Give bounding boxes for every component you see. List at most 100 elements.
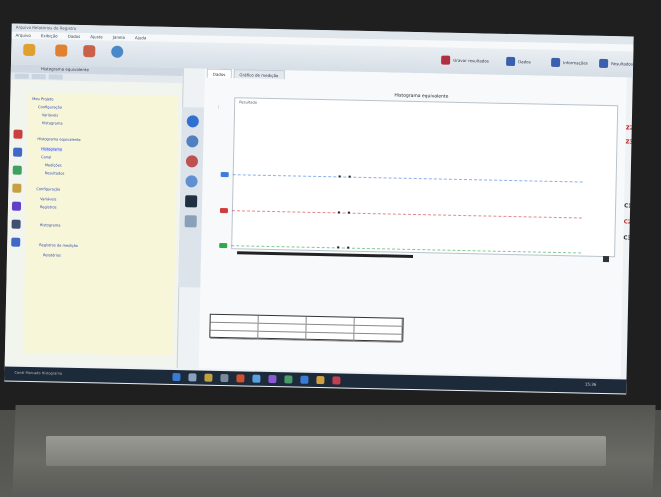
tree-item[interactable]: Variáveis: [40, 197, 56, 201]
tool-a-icon[interactable]: [13, 129, 23, 139]
tab-dados[interactable]: Dados: [206, 68, 232, 79]
table-cell: [210, 322, 259, 331]
taskbar-app-icon[interactable]: [300, 375, 309, 384]
table-cell: [306, 332, 355, 341]
taskbar-app-icon[interactable]: [172, 372, 181, 382]
screen: Arquivo Relatórios de Registro Arquivo E…: [4, 23, 634, 395]
taskbar-clock: 15:36: [584, 381, 597, 387]
filter-icon[interactable]: [55, 44, 68, 57]
table-cell: [306, 316, 355, 325]
menu-ajuste[interactable]: Ajuste: [90, 34, 103, 39]
menu-dados[interactable]: Dados: [68, 34, 81, 39]
series-c3-point: [347, 246, 350, 249]
tab-canal[interactable]: [31, 73, 46, 80]
tab-ajustes[interactable]: [48, 74, 63, 80]
bottle-icon[interactable]: [83, 45, 96, 58]
tool-f-icon[interactable]: [11, 219, 21, 229]
menu-arquivo[interactable]: Arquivo: [16, 33, 31, 38]
table-cell: [258, 315, 307, 324]
toolbar-save-results[interactable]: Gravar resultados: [441, 55, 489, 66]
taskbar-app-icon[interactable]: [252, 374, 261, 383]
record-icon[interactable]: [185, 155, 199, 168]
chart-side-scale: |: [218, 104, 220, 109]
tree-item[interactable]: Medições: [45, 163, 62, 167]
results-table: [209, 313, 404, 343]
table-cell: [354, 317, 403, 326]
data-label: Dados: [518, 59, 531, 65]
table-cell: [306, 324, 355, 333]
series-c3-marker[interactable]: [219, 242, 228, 249]
zoom-icon[interactable]: [185, 175, 198, 188]
project-panel: Histograma equivalente Meu Projeto Confi…: [4, 64, 184, 369]
taskbar-app-icon[interactable]: [284, 375, 293, 384]
series-c2-point: [347, 211, 350, 214]
toolbar-data[interactable]: Dados: [506, 56, 531, 67]
globe-icon[interactable]: [111, 45, 124, 58]
taskbar-app-icon[interactable]: [220, 373, 229, 383]
info-icon: [551, 57, 561, 68]
table-cell: [354, 325, 403, 334]
chart-panel-label: Resultado: [239, 100, 258, 105]
table-cell: [258, 323, 307, 332]
tool-d-icon[interactable]: [12, 183, 22, 193]
results-label: Resultados: [611, 61, 634, 67]
info-label: Informações: [563, 60, 588, 66]
window-title: Arquivo Relatórios de Registro: [15, 24, 77, 31]
table-cell: [210, 330, 259, 339]
main-tabs: Dados Gráfico de medição: [205, 68, 285, 80]
taskbar-app-icon[interactable]: [188, 373, 197, 382]
tool-e-icon[interactable]: [11, 201, 22, 211]
menu-ajuda[interactable]: Ajuda: [135, 35, 146, 40]
tree-item[interactable]: Relatórios: [43, 253, 61, 257]
series-c2-marker[interactable]: [219, 207, 228, 214]
main-area: Dados Gráfico de medição Histograma equi…: [198, 68, 627, 378]
stop-icon[interactable]: [185, 195, 198, 208]
refresh-icon[interactable]: [186, 135, 199, 148]
menu-janela[interactable]: Janela: [113, 35, 125, 40]
tree-item[interactable]: Registros de medição: [39, 243, 78, 248]
save-results-label: Gravar resultados: [453, 57, 489, 64]
taskbar-app-icon[interactable]: [204, 373, 213, 382]
series-c2-point: [337, 211, 340, 214]
tree-item[interactable]: Meu Projeto: [32, 97, 53, 101]
tab-grafico[interactable]: Gráfico de medição: [233, 69, 285, 80]
series-c3-point: [337, 246, 340, 249]
tree-item[interactable]: Configuração: [38, 105, 62, 109]
tree-item[interactable]: Registros: [40, 205, 57, 209]
toolbar-results[interactable]: Resultados: [599, 58, 634, 69]
taskbar-app-icon[interactable]: [236, 374, 245, 383]
menu-exibicao[interactable]: Exibição: [41, 33, 58, 38]
tree-item[interactable]: Canal: [41, 155, 51, 159]
tree-item[interactable]: Variáveis: [42, 113, 58, 117]
series-c1-point: [338, 175, 341, 178]
series-c1-point: [348, 175, 351, 178]
status-text: Canal Marcado Histograma: [14, 370, 62, 376]
taskbar-app-icon[interactable]: [316, 375, 325, 385]
tool-g-icon[interactable]: [11, 237, 21, 247]
taskbar-app-icon[interactable]: [268, 374, 277, 384]
settings-icon[interactable]: [184, 215, 197, 228]
table-cell: [258, 331, 307, 340]
data-icon: [506, 56, 516, 67]
tree-item[interactable]: Histograma equivalente: [37, 137, 80, 142]
taskbar-app-icon[interactable]: [332, 376, 341, 385]
toolbar-info[interactable]: Informações: [551, 57, 588, 68]
chart-title: Histograma equivalente: [394, 93, 449, 100]
tool-c-icon[interactable]: [12, 165, 22, 175]
tree-item[interactable]: Histograma: [42, 121, 63, 125]
tree-item[interactable]: Resultados: [45, 171, 65, 175]
results-icon: [599, 58, 609, 69]
save-results-icon: [441, 55, 451, 65]
tree-item[interactable]: Configuração: [36, 187, 60, 191]
open-icon[interactable]: [23, 43, 36, 57]
table-cell: [354, 333, 403, 342]
series-c1-marker[interactable]: [220, 171, 229, 178]
tree-item-selected[interactable]: Histograma: [41, 147, 63, 152]
project-tree: Meu Projeto Configuração Variáveis Histo…: [22, 92, 179, 356]
tab-projeto[interactable]: [14, 73, 29, 79]
laptop-hinge: [46, 436, 606, 466]
tree-item[interactable]: Histograma: [40, 223, 61, 227]
tool-b-icon[interactable]: [13, 147, 23, 157]
chart-scroll-end[interactable]: [602, 255, 610, 263]
play-icon[interactable]: [186, 115, 199, 128]
